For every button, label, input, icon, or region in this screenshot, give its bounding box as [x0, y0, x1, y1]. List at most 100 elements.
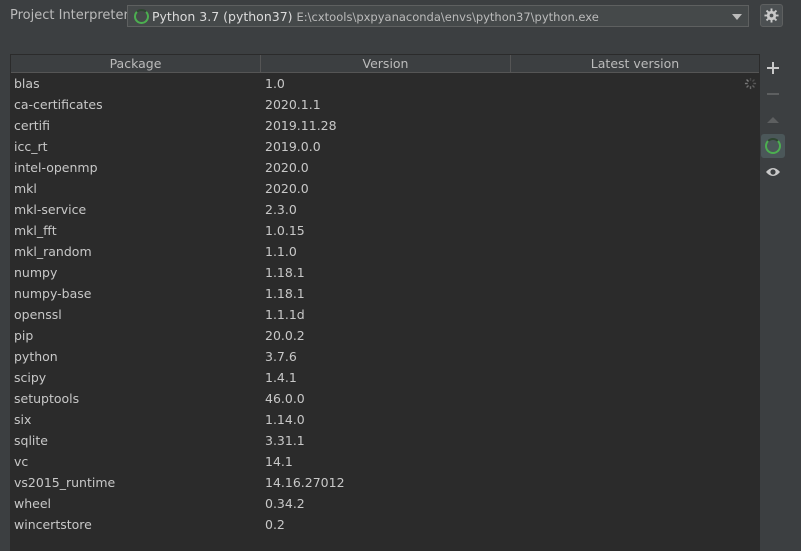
package-version-cell: 3.31.1: [265, 433, 305, 448]
column-header-version[interactable]: Version: [261, 55, 511, 72]
packages-table: Package Version Latest version blas 1.0 ca…: [10, 54, 760, 551]
package-latest-version-cell: [511, 283, 759, 304]
package-latest-version-cell: [511, 472, 759, 493]
table-row[interactable]: six 1.14.0: [11, 409, 759, 430]
package-latest-version-cell: [511, 241, 759, 262]
package-version-cell: 2019.0.0: [265, 139, 321, 154]
package-name-cell: intel-openmp: [14, 160, 98, 175]
package-latest-version-cell: [511, 262, 759, 283]
package-version-cell: 1.1.0: [265, 244, 297, 259]
package-version-cell: 14.16.27012: [265, 475, 345, 490]
package-latest-version-cell: [511, 514, 759, 535]
table-row[interactable]: blas 1.0: [11, 73, 759, 94]
package-latest-version-cell: [511, 136, 759, 157]
package-version-cell: 1.14.0: [265, 412, 305, 427]
package-name-cell: blas: [14, 76, 40, 91]
table-row[interactable]: certifi 2019.11.28: [11, 115, 759, 136]
uninstall-button[interactable]: [761, 82, 785, 106]
package-name-cell: sqlite: [14, 433, 48, 448]
package-name-cell: mkl_random: [14, 244, 92, 259]
interpreter-bar: Project Interpreter: Python 3.7 (python3…: [0, 0, 801, 34]
table-row[interactable]: pip 20.0.2: [11, 325, 759, 346]
package-latest-version-cell: [511, 199, 759, 220]
interpreter-select[interactable]: Python 3.7 (python37) E:\cxtools\pxpyana…: [127, 5, 749, 27]
eye-icon: [766, 168, 780, 176]
package-version-cell: 0.34.2: [265, 496, 305, 511]
package-version-cell: 1.18.1: [265, 286, 305, 301]
table-row[interactable]: vc 14.1: [11, 451, 759, 472]
package-latest-version-cell: [511, 451, 759, 472]
table-row[interactable]: setuptools 46.0.0: [11, 388, 759, 409]
table-row[interactable]: intel-openmp 2020.0: [11, 157, 759, 178]
package-name-cell: icc_rt: [14, 139, 48, 154]
package-latest-version-cell: [511, 94, 759, 115]
package-version-cell: 2020.0: [265, 181, 309, 196]
table-row[interactable]: numpy 1.18.1: [11, 262, 759, 283]
package-latest-version-cell: [511, 493, 759, 514]
package-version-cell: 46.0.0: [265, 391, 305, 406]
package-latest-version-cell: [511, 367, 759, 388]
table-row[interactable]: sqlite 3.31.1: [11, 430, 759, 451]
gear-icon: [764, 8, 779, 23]
package-name-cell: python: [14, 349, 58, 364]
settings-button[interactable]: [760, 4, 783, 27]
package-name-cell: numpy: [14, 265, 58, 280]
table-row[interactable]: mkl 2020.0: [11, 178, 759, 199]
table-row[interactable]: wheel 0.34.2: [11, 493, 759, 514]
install-button[interactable]: [761, 56, 785, 80]
package-name-cell: wheel: [14, 496, 51, 511]
package-version-cell: 20.0.2: [265, 328, 305, 343]
table-row[interactable]: ca-certificates 2020.1.1: [11, 94, 759, 115]
table-row[interactable]: vs2015_runtime 14.16.27012: [11, 472, 759, 493]
package-name-cell: openssl: [14, 307, 62, 322]
column-header-package[interactable]: Package: [11, 55, 261, 72]
table-row[interactable]: icc_rt 2019.0.0: [11, 136, 759, 157]
plus-icon: [767, 62, 779, 74]
package-latest-version-cell: [511, 73, 759, 94]
interpreter-label: Project Interpreter:: [10, 8, 134, 23]
conda-toggle-button[interactable]: [761, 134, 785, 158]
package-version-cell: 2.3.0: [265, 202, 297, 217]
loading-icon: [744, 77, 757, 90]
package-version-cell: 1.0: [265, 76, 285, 91]
package-latest-version-cell: [511, 220, 759, 241]
package-latest-version-cell: [511, 430, 759, 451]
table-row[interactable]: mkl_random 1.1.0: [11, 241, 759, 262]
table-row[interactable]: mkl_fft 1.0.15: [11, 220, 759, 241]
minus-icon: [767, 93, 779, 95]
table-row[interactable]: mkl-service 2.3.0: [11, 199, 759, 220]
show-early-releases-button[interactable]: [761, 160, 785, 184]
table-row[interactable]: python 3.7.6: [11, 346, 759, 367]
up-icon: [767, 117, 779, 123]
table-row[interactable]: wincertstore 0.2: [11, 514, 759, 535]
table-row[interactable]: openssl 1.1.1d: [11, 304, 759, 325]
package-name-cell: numpy-base: [14, 286, 92, 301]
spinner-icon: [134, 9, 149, 24]
interpreter-name-wrap: Python 3.7 (python37) E:\cxtools\pxpyana…: [152, 9, 599, 24]
package-name-cell: ca-certificates: [14, 97, 103, 112]
package-version-cell: 3.7.6: [265, 349, 297, 364]
package-latest-version-cell: [511, 115, 759, 136]
package-version-cell: 1.0.15: [265, 223, 305, 238]
package-name-cell: pip: [14, 328, 34, 343]
package-version-cell: 2019.11.28: [265, 118, 337, 133]
chevron-down-icon[interactable]: [732, 14, 742, 20]
package-name-cell: mkl: [14, 181, 37, 196]
package-version-cell: 2020.0: [265, 160, 309, 175]
interpreter-name: Python 3.7 (python37): [152, 9, 293, 24]
package-name-cell: vs2015_runtime: [14, 475, 116, 490]
package-name-cell: setuptools: [14, 391, 80, 406]
package-latest-version-cell: [511, 325, 759, 346]
package-version-cell: 2020.1.1: [265, 97, 321, 112]
column-header-latest-version[interactable]: Latest version: [511, 55, 759, 72]
table-row[interactable]: numpy-base 1.18.1: [11, 283, 759, 304]
upgrade-button[interactable]: [761, 108, 785, 132]
package-name-cell: certifi: [14, 118, 50, 133]
package-name-cell: vc: [14, 454, 29, 469]
package-latest-version-cell: [511, 304, 759, 325]
package-name-cell: scipy: [14, 370, 47, 385]
table-row[interactable]: scipy 1.4.1: [11, 367, 759, 388]
spinner-icon: [765, 138, 781, 154]
package-latest-version-cell: [511, 346, 759, 367]
package-latest-version-cell: [511, 409, 759, 430]
